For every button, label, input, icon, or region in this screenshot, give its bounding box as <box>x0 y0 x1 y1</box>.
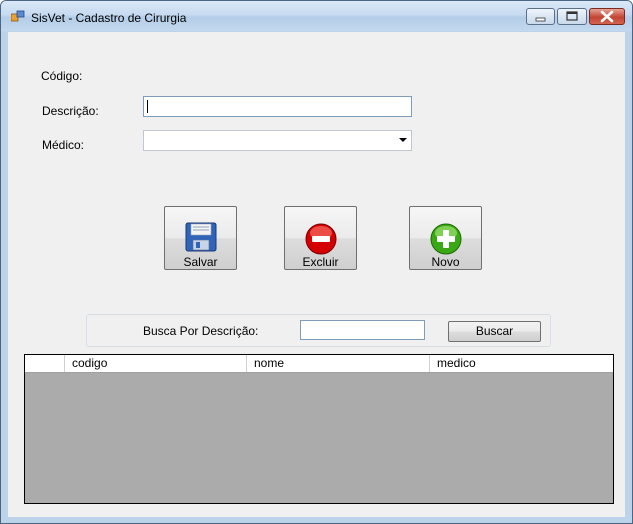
close-icon <box>600 10 614 23</box>
salvar-button-label: Salvar <box>183 255 218 269</box>
text-caret <box>147 100 148 113</box>
row-header-corner <box>25 355 65 372</box>
novo-button[interactable]: Novo <box>409 206 482 270</box>
column-header-medico[interactable]: medico <box>430 355 613 372</box>
medico-select[interactable] <box>143 130 412 151</box>
medico-label: Médico: <box>42 138 85 152</box>
excluir-button[interactable]: Excluir <box>284 206 357 270</box>
chevron-down-icon <box>399 138 407 142</box>
floppy-disk-icon <box>185 222 217 252</box>
maximize-icon <box>566 11 578 21</box>
title-bar[interactable]: SisVet - Cadastro de Cirurgia <box>1 1 632 31</box>
results-grid[interactable]: codigo nome medico <box>24 354 614 504</box>
form-client-area: Código: Descrição: Médico: Salvar Exclui… <box>8 32 625 517</box>
maximize-button[interactable] <box>557 8 587 25</box>
close-button[interactable] <box>589 8 625 25</box>
search-label: Busca Por Descrição: <box>143 324 259 338</box>
app-icon <box>11 10 25 22</box>
descricao-label: Descrição: <box>42 104 99 118</box>
buscar-button[interactable]: Buscar <box>448 321 541 342</box>
minimize-icon <box>535 17 546 22</box>
window-title: SisVet - Cadastro de Cirurgia <box>31 11 187 25</box>
add-circle-icon <box>430 223 462 255</box>
excluir-button-label: Excluir <box>302 255 339 269</box>
minimize-button[interactable] <box>526 8 555 25</box>
grid-header: codigo nome medico <box>25 355 613 373</box>
column-header-codigo[interactable]: codigo <box>65 355 247 372</box>
descricao-input[interactable] <box>143 96 412 117</box>
search-input[interactable] <box>300 320 425 340</box>
salvar-button[interactable]: Salvar <box>164 206 237 270</box>
search-panel: Busca Por Descrição: Buscar <box>86 314 551 347</box>
novo-button-label: Novo <box>431 255 460 269</box>
remove-circle-icon <box>305 223 337 255</box>
column-header-nome[interactable]: nome <box>247 355 430 372</box>
app-window: SisVet - Cadastro de Cirurgia Código: De… <box>0 0 633 524</box>
codigo-label: Código: <box>41 69 83 83</box>
